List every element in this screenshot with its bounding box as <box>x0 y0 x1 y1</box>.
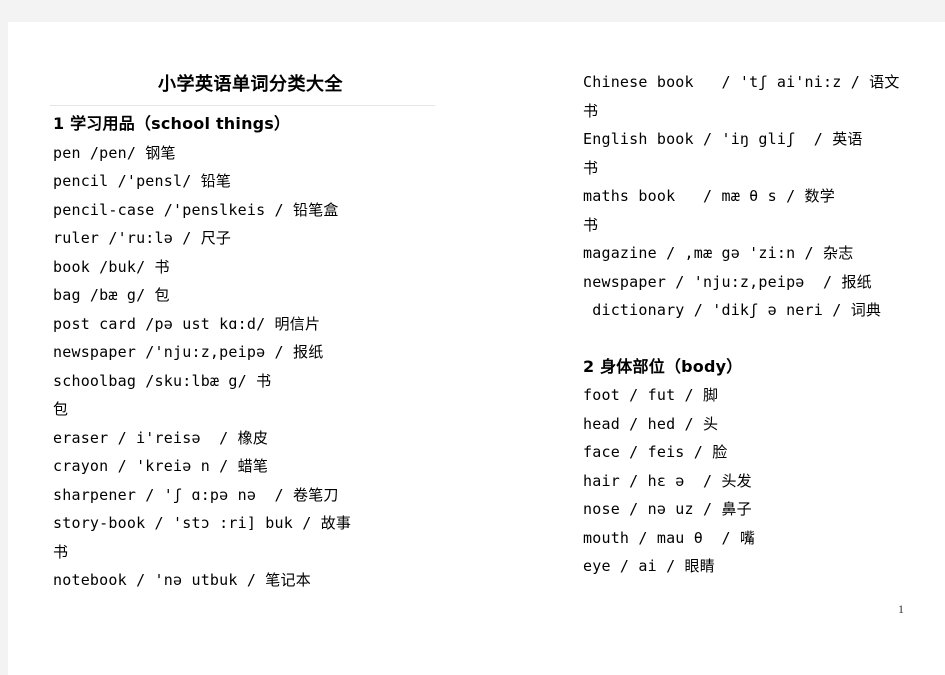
vocabulary-entry: story-book / 'stɔ :ri] buk / 故事 <box>53 514 352 532</box>
vocabulary-entry: head / hed / 头 <box>583 414 719 433</box>
document-page: 小学英语单词分类大全 1 学习用品（school things） pen /pen… <box>8 22 945 675</box>
title-divider <box>50 105 435 106</box>
vocabulary-entry: 书 <box>583 158 599 177</box>
vocabulary-entry: newspaper /'nju:z,peipə / 报纸 <box>53 343 324 361</box>
section-heading: 2 身体部位（body） <box>583 356 743 376</box>
vocabulary-entry: crayon / 'kreiə n / 蜡笔 <box>53 457 269 475</box>
vocabulary-entry: maths book / mæ θ s / 数学 <box>583 187 835 205</box>
vocabulary-entry: book /buk/ 书 <box>53 257 170 276</box>
vocabulary-entry: 包 <box>53 400 69 418</box>
vocabulary-entry: post card /pə ust kɑ:d/ 明信片 <box>53 314 321 333</box>
vocabulary-entry: bag /bæ g/ 包 <box>53 286 170 304</box>
vocabulary-entry: eye / ai / 眼睛 <box>583 557 715 575</box>
vocabulary-entry: 书 <box>53 542 69 561</box>
vocabulary-entry: hair / hɛ ə / 头发 <box>583 471 752 490</box>
vocabulary-entry: sharpener / 'ʃ ɑ:pə nə / 卷笔刀 <box>53 485 339 504</box>
vocabulary-entry: newspaper / 'nju:z,peipə / 报纸 <box>583 272 872 291</box>
vocabulary-entry: foot / fut / 脚 <box>583 386 719 404</box>
vocabulary-entry: mouth / mau θ / 嘴 <box>583 528 756 547</box>
vocabulary-entry: 书 <box>583 101 599 120</box>
right-column: Chinese book / 'tʃ ai'ni:z / 语文书 English … <box>583 68 933 581</box>
vocabulary-entry: notebook / 'nə utbuk / 笔记本 <box>53 571 311 589</box>
left-column: 1 学习用品（school things） pen /pen/ 钢笔 pencil … <box>53 110 453 595</box>
vocabulary-entry: schoolbag /sku:lbæ g/ 书 <box>53 371 272 390</box>
page-number: 1 <box>898 602 904 616</box>
section-heading: 1 学习用品（school things） <box>53 114 291 133</box>
document-title: 小学英语单词分类大全 <box>158 74 343 95</box>
vocabulary-entry: pen /pen/ 钢笔 <box>53 143 176 162</box>
vocabulary-entry: Chinese book / 'tʃ ai'ni:z / 语文 <box>583 73 900 91</box>
vocabulary-entry: ruler /'ru:lə / 尺子 <box>53 229 232 247</box>
vocabulary-entry: dictionary / 'dikʃ ə neri / 词典 <box>583 301 882 319</box>
vocabulary-entry: pencil /'pensl/ 铅笔 <box>53 172 232 190</box>
vocabulary-entry: magazine / ,mæ gə 'zi:n / 杂志 <box>583 244 854 262</box>
vocabulary-entry: English book / 'iŋ gliʃ / 英语 <box>583 130 863 148</box>
vocabulary-entry: pencil-case /'penslkeis / 铅笔盒 <box>53 200 339 219</box>
vocabulary-entry: nose / nə uz / 鼻子 <box>583 500 752 518</box>
vocabulary-entry: face / feis / 脸 <box>583 443 728 461</box>
vocabulary-entry: eraser / i'reisə / 橡皮 <box>53 428 269 447</box>
vocabulary-entry: 书 <box>583 215 599 234</box>
